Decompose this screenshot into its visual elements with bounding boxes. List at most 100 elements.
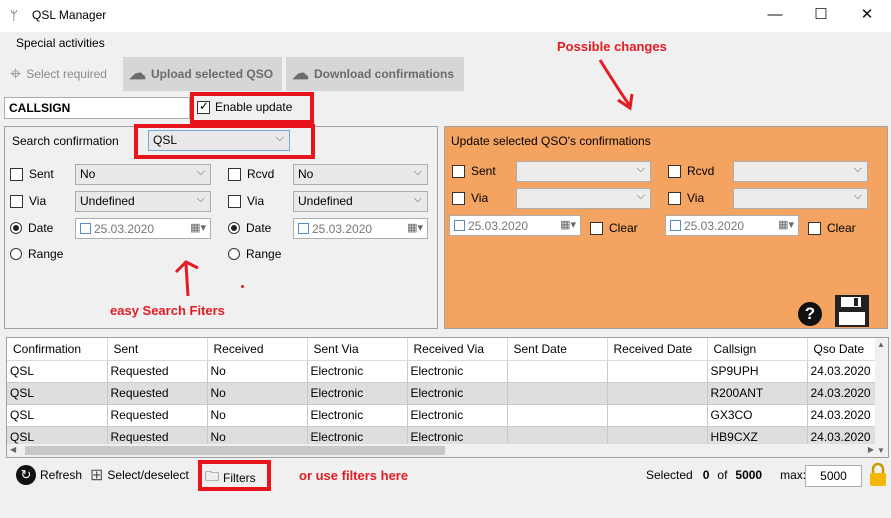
sent-checkbox[interactable]: Sent <box>10 167 54 181</box>
download-confirmations-button[interactable]: ☁ Download confirmations <box>286 57 464 91</box>
calendar-icon[interactable]: ▦▾ <box>560 218 576 231</box>
calendar-icon[interactable]: ▦▾ <box>778 218 794 231</box>
menu-bar: Special activities <box>0 32 891 54</box>
date2-check[interactable] <box>298 223 309 234</box>
update-date2-picker[interactable]: 25.03.2020 ▦▾ <box>665 215 799 236</box>
via-select[interactable]: Undefined ⌵ <box>75 191 211 212</box>
enable-update-check[interactable] <box>197 99 210 114</box>
table-cell: QSL <box>7 360 108 383</box>
horizontal-scrollbar[interactable]: ◀ ▶ <box>7 444 877 457</box>
date-radio[interactable]: Date <box>10 221 53 235</box>
upload-selected-button[interactable]: ☁ Upload selected QSO <box>123 57 282 91</box>
rcvd-select[interactable]: No ⌵ <box>293 164 428 185</box>
close-button[interactable]: ✕ <box>844 0 890 32</box>
date2-radio[interactable]: Date <box>228 221 271 235</box>
chevron-down-icon: ⌵ <box>636 190 645 202</box>
column-header[interactable]: Sent Via <box>307 338 408 361</box>
table-row[interactable]: QSL Requested No Electronic Electronic GX3CO 2… <box>7 404 888 427</box>
update-rcvd-select[interactable]: ⌵ <box>733 161 868 182</box>
update-clear2-check[interactable] <box>808 221 821 235</box>
folder-search-icon: 🗀 <box>205 468 219 484</box>
filters-label: Filters <box>223 471 256 485</box>
vertical-scrollbar[interactable]: ▲ ▼ <box>875 338 888 457</box>
refresh-button[interactable]: ↻ Refresh <box>16 465 82 485</box>
update-sent-checkbox[interactable]: Sent <box>452 164 496 178</box>
column-header[interactable]: Confirmation <box>7 338 108 361</box>
update-via2-checkbox[interactable]: Via <box>668 191 704 205</box>
table-row[interactable]: QSL Requested No Electronic Electronic SP9UPH… <box>7 360 888 383</box>
sent-select[interactable]: No ⌵ <box>75 164 211 185</box>
via2-checkbox[interactable]: Via <box>228 194 264 208</box>
update-clear-label: Clear <box>609 221 638 235</box>
range2-radio[interactable]: Range <box>228 247 281 261</box>
via2-check[interactable] <box>228 194 241 208</box>
update-via-check[interactable] <box>452 191 465 205</box>
table-cell: QSL <box>7 382 108 405</box>
column-header[interactable]: Received Via <box>407 338 508 361</box>
range-radio[interactable]: Range <box>10 247 63 261</box>
via-checkbox[interactable]: Via <box>10 194 46 208</box>
update-via-checkbox[interactable]: Via <box>452 191 488 205</box>
update-clear-checkbox[interactable]: Clear <box>590 221 638 235</box>
select-deselect-button[interactable]: ⊞ Select/deselect <box>90 465 189 485</box>
search-confirmation-value: QSL <box>153 133 178 147</box>
enable-update-checkbox[interactable]: Enable update <box>197 99 292 114</box>
download-confirmations-label: Download confirmations <box>314 67 455 81</box>
update-via2-check[interactable] <box>668 191 681 205</box>
update-rcvd-check[interactable] <box>668 164 681 178</box>
chevron-down-icon: ⌵ <box>413 166 422 178</box>
date-radio-dot[interactable] <box>10 222 22 234</box>
date2-picker[interactable]: 25.03.2020 ▦▾ <box>293 218 428 239</box>
calendar-icon[interactable]: ▦▾ <box>407 221 423 234</box>
range2-radio-dot[interactable] <box>228 248 240 260</box>
column-header[interactable]: Sent Date <box>507 338 608 361</box>
update-sent-check[interactable] <box>452 164 465 178</box>
calendar-icon[interactable]: ▦▾ <box>190 221 206 234</box>
maximize-button[interactable]: ☐ <box>798 0 844 32</box>
update-rcvd-checkbox[interactable]: Rcvd <box>668 164 714 178</box>
cloud-download-icon: ☁ <box>292 64 309 83</box>
menu-special-activities[interactable]: Special activities <box>16 36 105 50</box>
update-sent-select[interactable]: ⌵ <box>516 161 651 182</box>
update-via2-select[interactable]: ⌵ <box>733 188 868 209</box>
chevron-down-icon: ⌵ <box>853 163 862 175</box>
search-confirmation-select[interactable]: QSL ⌵ <box>148 130 290 151</box>
table-cell <box>607 360 708 383</box>
rcvd-check[interactable] <box>228 167 241 181</box>
callsign-input[interactable]: CALLSIGN <box>4 97 190 119</box>
window-title: QSL Manager <box>32 8 107 22</box>
table-row[interactable]: QSL Requested No Electronic Electronic R200AN… <box>7 382 888 405</box>
update-clear2-checkbox[interactable]: Clear <box>808 221 856 235</box>
max-input[interactable]: 5000 <box>805 465 862 487</box>
title-bar: ᛘ QSL Manager — ☐ ✕ <box>0 0 891 32</box>
date2-radio-dot[interactable] <box>228 222 240 234</box>
antenna-icon: ᛘ <box>10 8 18 23</box>
update-date-check[interactable] <box>454 220 465 231</box>
range-radio-dot[interactable] <box>10 248 22 260</box>
select-deselect-label: Select/deselect <box>107 468 189 482</box>
via-check[interactable] <box>10 194 23 208</box>
update-date2-check[interactable] <box>670 220 681 231</box>
update-date-picker[interactable]: 25.03.2020 ▦▾ <box>449 215 581 236</box>
update-via-select[interactable]: ⌵ <box>516 188 651 209</box>
table-cell: R200ANT <box>707 382 808 405</box>
sent-check[interactable] <box>10 167 23 181</box>
date-picker[interactable]: 25.03.2020 ▦▾ <box>75 218 211 239</box>
table-cell: Electronic <box>307 360 408 383</box>
lock-icon[interactable] <box>868 462 888 488</box>
column-header[interactable]: Sent <box>107 338 208 361</box>
column-header[interactable]: Callsign <box>707 338 808 361</box>
column-header[interactable]: Received Date <box>607 338 708 361</box>
floppy-icon[interactable] <box>834 294 870 328</box>
table-cell <box>507 382 608 405</box>
update-clear-check[interactable] <box>590 221 603 235</box>
filters-button[interactable]: 🗀 Filters <box>205 466 256 490</box>
select-required-button[interactable]: ⌖ Select required <box>4 57 120 91</box>
via2-select[interactable]: Undefined ⌵ <box>293 191 428 212</box>
column-header[interactable]: Received <box>207 338 308 361</box>
rcvd-checkbox[interactable]: Rcvd <box>228 167 274 181</box>
date-check[interactable] <box>80 223 91 234</box>
minimize-button[interactable]: — <box>752 0 798 32</box>
help-icon[interactable]: ? <box>798 302 822 326</box>
table-cell <box>607 382 708 405</box>
